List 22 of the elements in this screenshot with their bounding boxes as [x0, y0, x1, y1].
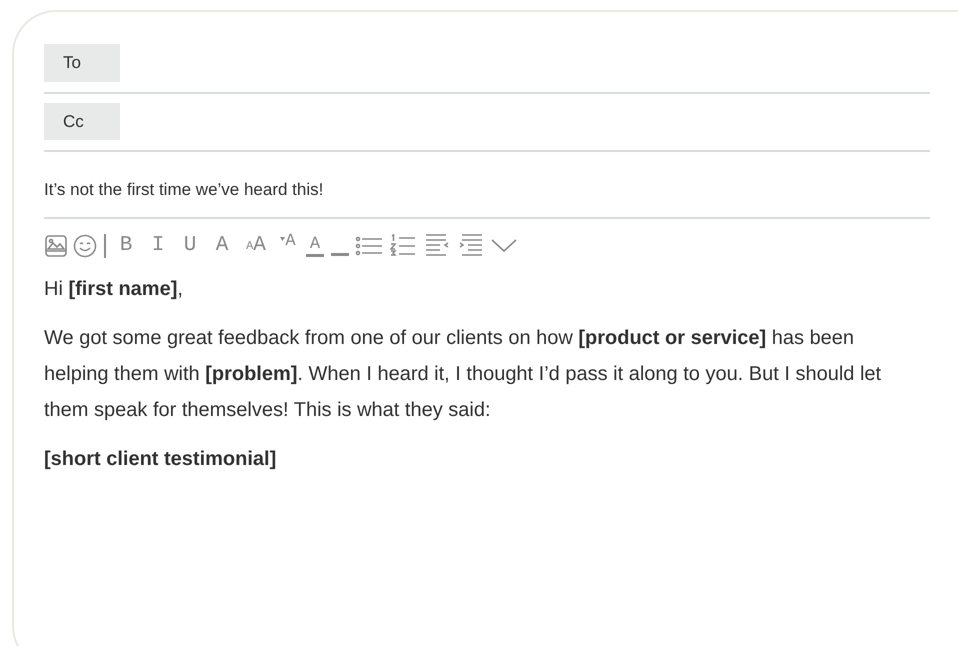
- smiley-icon: [73, 234, 97, 258]
- format-button[interactable]: I: [143, 231, 173, 261]
- format-button[interactable]: A: [207, 231, 237, 261]
- subject-text: It’s not the first time we’ve heard this!: [44, 180, 324, 199]
- body-paragraph: Hi [first name],: [44, 277, 184, 302]
- superscript-button[interactable]: A: [275, 231, 301, 261]
- body-paragraph: [short client testimonial]: [44, 447, 278, 472]
- recipient-label: Cc: [44, 102, 120, 140]
- recipient-label: To: [44, 44, 120, 82]
- text-color-button[interactable]: A: [303, 231, 327, 261]
- format-button[interactable]: B: [111, 231, 141, 261]
- indent-icon: [458, 233, 484, 259]
- underscore-bar-icon: [331, 253, 349, 256]
- bullet-list-icon: [355, 234, 383, 258]
- chevron-down-icon: [491, 239, 517, 253]
- body-paragraph: We got some great feedback from one of our clients on how [product or service] has been helping them with [problem]. When I heard it, I thought I’d pass it along to you. But I should let them speak for themselves! This is what they said:: [44, 326, 882, 423]
- font-size-button[interactable]: AA: [239, 231, 273, 261]
- numbered-list-icon: [390, 234, 416, 258]
- triangle-icon: [280, 237, 286, 241]
- image-icon: [45, 235, 67, 257]
- outdent-icon: [424, 233, 450, 259]
- format-button[interactable]: U: [175, 231, 205, 261]
